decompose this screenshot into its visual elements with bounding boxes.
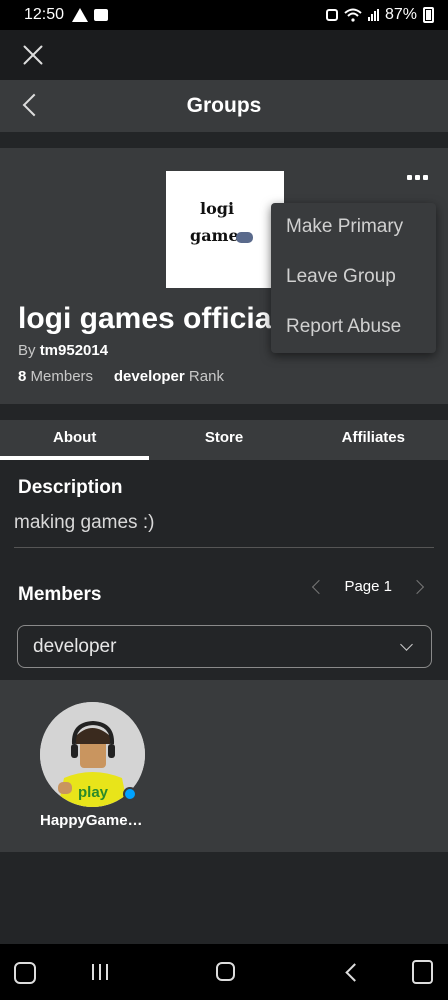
member-name[interactable]: HappyGame… (40, 812, 143, 829)
chevron-left-icon[interactable] (312, 579, 327, 594)
wifi-icon (344, 8, 362, 22)
warning-icon (72, 8, 89, 22)
top-bar (0, 30, 448, 80)
rank-label: Rank (188, 368, 224, 385)
group-owner: By tm952014 (18, 342, 108, 359)
online-status-dot (123, 787, 137, 801)
role-select-value: developer (33, 636, 117, 657)
status-bar: 12:50 87% (0, 0, 448, 30)
role-select[interactable]: developer (17, 625, 432, 668)
home-icon[interactable] (216, 962, 235, 981)
divider (14, 547, 434, 548)
page-header: Groups (0, 80, 448, 132)
battery-percent: 87% (384, 6, 417, 23)
member-list: play HappyGame… (0, 680, 448, 852)
chevron-down-icon (400, 638, 413, 651)
group-logo: logi games (166, 171, 284, 288)
description-text: making games :) (14, 512, 155, 533)
svg-text:play: play (78, 784, 109, 801)
chevron-right-icon[interactable] (409, 579, 425, 594)
by-label: By (18, 342, 36, 359)
group-stats: 8 Members developer Rank (18, 368, 224, 385)
rank-value: developer (113, 368, 185, 385)
nav-back-icon[interactable] (345, 963, 364, 982)
more-options-icon[interactable] (407, 175, 428, 180)
members-pager: Page 1 (312, 578, 425, 595)
signal-icon (367, 9, 379, 21)
tab-store[interactable]: Store (149, 420, 298, 460)
battery-icon (423, 7, 434, 23)
logo-text-line1: logi (200, 199, 235, 218)
owner-link[interactable]: tm952014 (40, 342, 108, 359)
members-label: Members (30, 368, 94, 385)
gamepad-icon (236, 232, 253, 243)
menu-item-report-abuse[interactable]: Report Abuse (271, 303, 436, 353)
system-nav-bar (0, 944, 448, 1000)
menu-item-make-primary[interactable]: Make Primary (271, 203, 436, 253)
group-name: logi games official (18, 302, 280, 335)
robot-icon (325, 9, 338, 21)
menu-item-leave-group[interactable]: Leave Group (271, 253, 436, 303)
assistant-icon[interactable] (412, 960, 433, 984)
description-heading: Description (18, 477, 123, 498)
page-title: Groups (186, 94, 262, 117)
member-count: 8 (18, 368, 27, 385)
group-tabs: About Store Affiliates (0, 420, 448, 460)
image-icon (94, 9, 109, 21)
recent-apps-icon[interactable] (92, 964, 108, 980)
group-options-menu: Make Primary Leave Group Report Abuse (271, 203, 436, 353)
close-icon[interactable] (20, 42, 46, 68)
page-indicator: Page 1 (344, 578, 392, 595)
tab-about[interactable]: About (0, 420, 150, 460)
status-time: 12:50 (24, 6, 65, 23)
tab-affiliates[interactable]: Affiliates (299, 420, 448, 460)
game-launcher-icon[interactable] (14, 962, 36, 984)
members-heading: Members (18, 584, 102, 605)
